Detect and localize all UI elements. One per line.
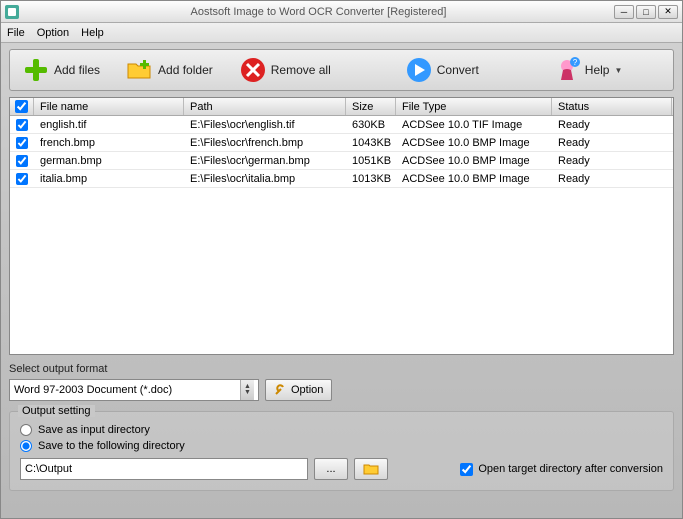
browse-button[interactable]: ... (314, 458, 348, 480)
row-checkbox[interactable] (10, 171, 34, 187)
content-area: Add files Add folder Remove all Convert (1, 43, 682, 518)
col-status[interactable]: Status (552, 98, 672, 115)
cell-size: 1043KB (346, 135, 396, 151)
format-select[interactable]: Word 97-2003 Document (*.doc) ▲▼ (9, 379, 259, 401)
radio-save-input[interactable]: Save as input directory (20, 424, 663, 436)
radio-save-following[interactable]: Save to the following directory (20, 440, 663, 452)
cell-size: 1051KB (346, 153, 396, 169)
cell-size: 630KB (346, 117, 396, 133)
menu-file[interactable]: File (7, 27, 25, 39)
stepper-arrows-icon: ▲▼ (240, 380, 254, 400)
cell-type: ACDSee 10.0 BMP Image (396, 135, 552, 151)
output-path-input[interactable] (20, 458, 308, 480)
output-path-row: ... Open target directory after conversi… (20, 458, 663, 480)
help-button[interactable]: ? Help ▼ (549, 54, 628, 86)
row-checkbox[interactable] (10, 153, 34, 169)
table-body: english.tifE:\Files\ocr\english.tif630KB… (10, 116, 673, 188)
col-type[interactable]: File Type (396, 98, 552, 115)
chevron-down-icon: ▼ (613, 66, 623, 75)
output-fieldset: Output setting Save as input directory S… (9, 411, 674, 491)
window-title: Aostsoft Image to Word OCR Converter [Re… (23, 6, 614, 18)
help-icon: ? (553, 56, 581, 84)
open-target-checkbox[interactable]: Open target directory after conversion (460, 463, 663, 476)
close-button[interactable]: ✕ (658, 5, 678, 19)
wrench-icon (274, 382, 288, 399)
toolbar: Add files Add folder Remove all Convert (9, 49, 674, 91)
file-table: File name Path Size File Type Status eng… (9, 97, 674, 355)
cell-path: E:\Files\ocr\french.bmp (184, 135, 346, 151)
convert-button[interactable]: Convert (401, 54, 483, 86)
output-legend: Output setting (18, 405, 95, 417)
cell-name: italia.bmp (34, 171, 184, 187)
format-label: Select output format (9, 363, 674, 375)
cell-status: Ready (552, 153, 672, 169)
cell-type: ACDSee 10.0 BMP Image (396, 153, 552, 169)
plus-icon (22, 56, 50, 84)
col-filename[interactable]: File name (34, 98, 184, 115)
menu-help[interactable]: Help (81, 27, 104, 39)
maximize-button[interactable]: □ (636, 5, 656, 19)
cell-status: Ready (552, 135, 672, 151)
play-icon (405, 56, 433, 84)
cell-name: english.tif (34, 117, 184, 133)
col-size[interactable]: Size (346, 98, 396, 115)
folder-plus-icon (126, 56, 154, 84)
cell-status: Ready (552, 117, 672, 133)
open-folder-button[interactable] (354, 458, 388, 480)
row-checkbox[interactable] (10, 117, 34, 133)
cell-name: german.bmp (34, 153, 184, 169)
menubar: File Option Help (1, 23, 682, 43)
cell-path: E:\Files\ocr\german.bmp (184, 153, 346, 169)
cell-type: ACDSee 10.0 TIF Image (396, 117, 552, 133)
remove-all-button[interactable]: Remove all (235, 54, 335, 86)
cell-status: Ready (552, 171, 672, 187)
col-checkbox[interactable] (10, 98, 34, 115)
cell-type: ACDSee 10.0 BMP Image (396, 171, 552, 187)
table-row[interactable]: english.tifE:\Files\ocr\english.tif630KB… (10, 116, 673, 134)
add-folder-button[interactable]: Add folder (122, 54, 217, 86)
app-icon (5, 5, 19, 19)
app-window: Aostsoft Image to Word OCR Converter [Re… (0, 0, 683, 519)
add-files-button[interactable]: Add files (18, 54, 104, 86)
table-row[interactable]: italia.bmpE:\Files\ocr\italia.bmp1013KBA… (10, 170, 673, 188)
cell-path: E:\Files\ocr\english.tif (184, 117, 346, 133)
table-header: File name Path Size File Type Status (10, 98, 673, 116)
window-controls: ─ □ ✕ (614, 5, 678, 19)
minimize-button[interactable]: ─ (614, 5, 634, 19)
col-path[interactable]: Path (184, 98, 346, 115)
menu-option[interactable]: Option (37, 27, 69, 39)
format-option-button[interactable]: Option (265, 379, 332, 401)
format-row: Word 97-2003 Document (*.doc) ▲▼ Option (9, 379, 674, 401)
cell-name: french.bmp (34, 135, 184, 151)
remove-icon (239, 56, 267, 84)
table-row[interactable]: french.bmpE:\Files\ocr\french.bmp1043KBA… (10, 134, 673, 152)
titlebar: Aostsoft Image to Word OCR Converter [Re… (1, 1, 682, 23)
row-checkbox[interactable] (10, 135, 34, 151)
cell-path: E:\Files\ocr\italia.bmp (184, 171, 346, 187)
table-row[interactable]: german.bmpE:\Files\ocr\german.bmp1051KBA… (10, 152, 673, 170)
cell-size: 1013KB (346, 171, 396, 187)
svg-text:?: ? (573, 58, 578, 67)
